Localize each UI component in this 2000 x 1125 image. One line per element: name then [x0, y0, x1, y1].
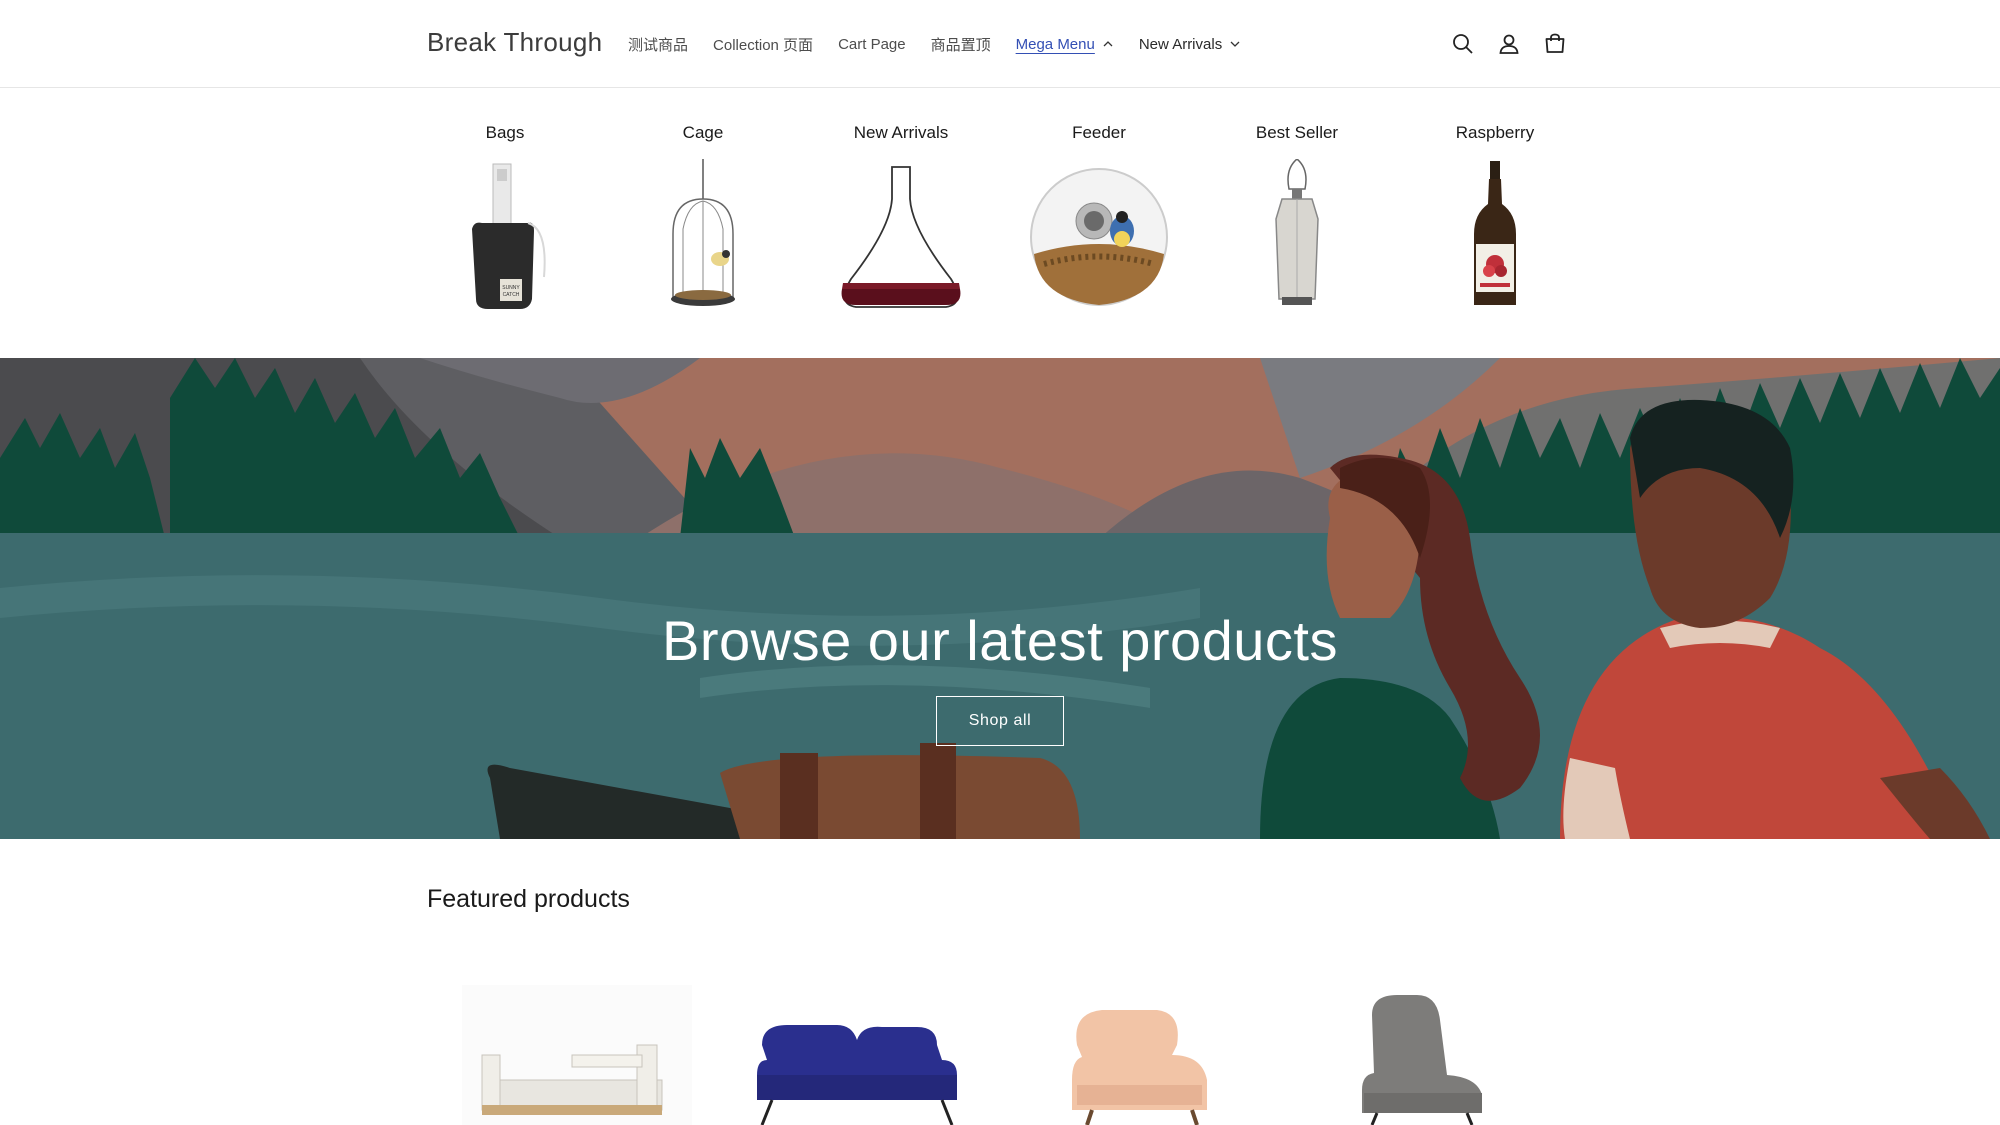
nav-item-new-arrivals[interactable]: New Arrivals	[1139, 36, 1241, 53]
bag-planter-image: SUNNY CATCH	[472, 163, 546, 309]
svg-text:CATCH: CATCH	[503, 292, 520, 298]
peach-lounge-chair-image	[1072, 1010, 1207, 1125]
chevron-down-icon	[1230, 41, 1240, 47]
hero-banner: Browse our latest products Shop all	[0, 358, 2000, 839]
cart-icon[interactable]	[1540, 29, 1570, 59]
nav-label: New Arrivals	[1138, 35, 1223, 53]
nav-item-pinned-products[interactable]: 商品置顶	[931, 34, 991, 55]
nav-item-mega-menu[interactable]: Mega Menu	[1016, 36, 1114, 53]
mega-item-label: Bags	[485, 123, 525, 142]
hero-title: Browse our latest products	[662, 609, 1338, 672]
wine-decanter-image	[841, 166, 961, 308]
featured-products-title: Featured products	[427, 885, 630, 913]
chevron-up-icon	[1103, 41, 1113, 47]
product-card-grey-high-back-chair[interactable]	[1302, 985, 1532, 1125]
mega-item-raspberry[interactable]: Raspberry	[1396, 88, 1594, 314]
blue-sofa-image	[757, 1025, 957, 1125]
mega-menu-panel: Bags SUNNY CATCH Cage New Arrivals Feede…	[0, 88, 2000, 358]
mega-item-label: Cage	[682, 123, 724, 142]
mega-item-new-arrivals[interactable]: New Arrivals	[802, 88, 1000, 314]
product-card-blue-sofa[interactable]	[742, 985, 972, 1125]
mega-item-best-seller[interactable]: Best Seller	[1198, 88, 1396, 314]
nav-label: Mega Menu	[1015, 35, 1095, 53]
nav-label: 测试商品	[628, 36, 689, 54]
mega-item-feeder[interactable]: Feeder	[1000, 88, 1198, 314]
mega-item-bags[interactable]: Bags SUNNY CATCH	[406, 88, 604, 314]
mega-item-cage[interactable]: Cage	[604, 88, 802, 314]
product-card-peach-lounge-chair[interactable]	[1022, 985, 1252, 1125]
store-logo[interactable]: Break Through	[427, 27, 602, 58]
bird-cage-image	[671, 159, 735, 306]
mega-item-label: Raspberry	[1455, 123, 1535, 142]
nav-item-collection-page[interactable]: Collection 页面	[713, 34, 813, 55]
hanging-lantern-image	[1275, 159, 1319, 305]
main-nav: 测试商品 Collection 页面 Cart Page 商品置顶 Mega M…	[628, 32, 1266, 56]
mega-item-label: Best Seller	[1255, 123, 1339, 142]
mega-item-label: New Arrivals	[853, 123, 949, 142]
header-icons	[1448, 29, 1586, 59]
grey-high-back-chair-image	[1362, 995, 1482, 1125]
shop-all-button[interactable]: Shop all	[936, 696, 1064, 746]
nav-label: 商品置顶	[930, 36, 991, 54]
nav-item-cart-page[interactable]: Cart Page	[838, 36, 906, 53]
mega-item-label: Feeder	[1072, 123, 1126, 142]
search-icon[interactable]	[1448, 29, 1478, 59]
svg-text:SUNNY: SUNNY	[502, 285, 520, 291]
account-icon[interactable]	[1494, 29, 1524, 59]
raspberry-bottle-image	[1474, 161, 1516, 305]
site-header: Break Through 测试商品 Collection 页面 Cart Pa…	[0, 0, 2000, 88]
toddler-bed-image	[462, 985, 692, 1125]
hero-illustration	[0, 358, 2000, 839]
nav-label: Collection 页面	[713, 36, 814, 54]
window-bird-feeder-image	[1030, 168, 1168, 306]
product-card-toddler-bed[interactable]	[462, 985, 692, 1125]
nav-item-test-products[interactable]: 测试商品	[628, 34, 688, 55]
nav-label: Cart Page	[838, 35, 906, 53]
